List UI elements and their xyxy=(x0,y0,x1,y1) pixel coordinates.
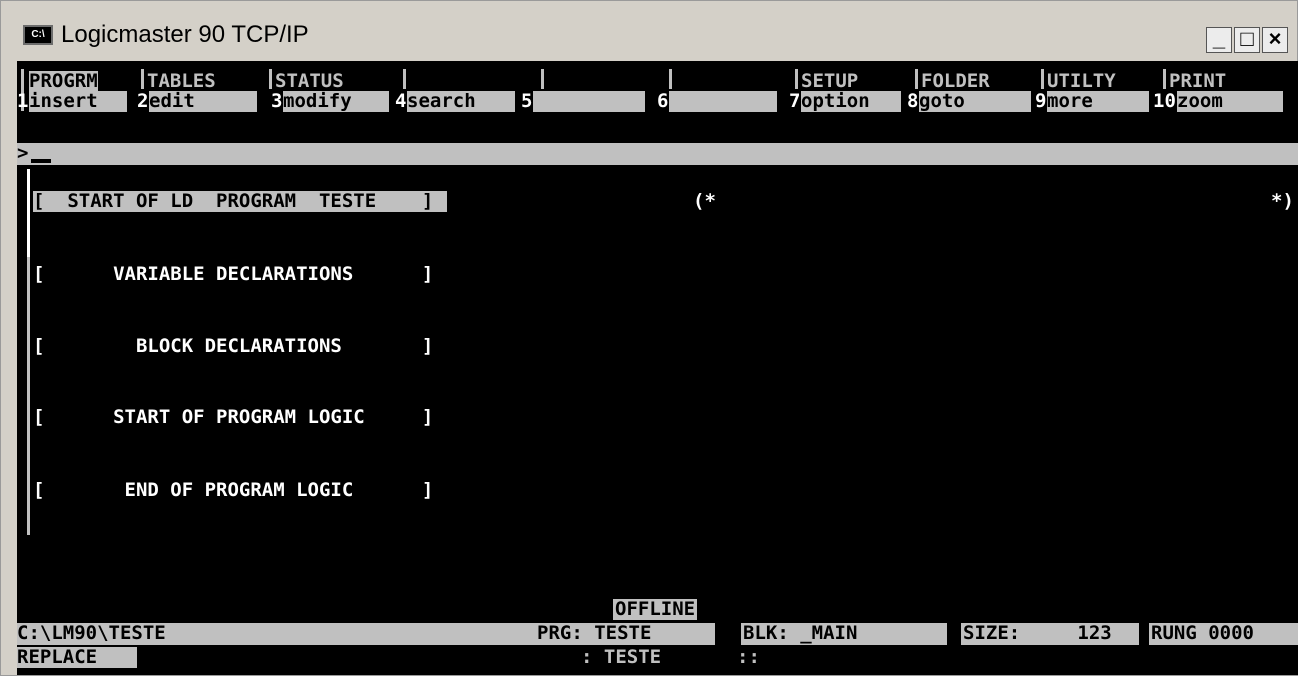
menu-divider xyxy=(795,69,798,89)
menu-divider xyxy=(669,69,672,89)
console-window: C:\ Logicmaster 90 TCP/IP _ □ × PROGRM T… xyxy=(0,0,1298,676)
menu-divider xyxy=(541,69,544,89)
fkey-6[interactable] xyxy=(669,91,777,112)
fkey-goto[interactable]: goto xyxy=(919,91,1031,112)
menu-group-setup[interactable]: SETUP xyxy=(801,71,858,92)
fkey-number: 6 xyxy=(657,90,669,112)
terminal-screen[interactable]: PROGRM TABLES STATUS SETUP FOLDER UTILTY… xyxy=(17,61,1298,675)
fkey-search[interactable]: search xyxy=(407,91,515,112)
comment-open: (* xyxy=(693,190,716,212)
text-cursor xyxy=(31,159,51,163)
fkey-number: 1 xyxy=(17,90,29,112)
fkey-number: 3 xyxy=(271,90,283,112)
section-start-program-logic[interactable]: [ START OF PROGRAM LOGIC ] xyxy=(33,407,433,428)
command-line[interactable] xyxy=(17,143,1298,165)
fkey-edit[interactable]: edit xyxy=(149,91,257,112)
menu-group-tables[interactable]: TABLES xyxy=(147,71,216,92)
status-rung: RUNG 0000 xyxy=(1151,622,1254,644)
menu-group-print[interactable]: PRINT xyxy=(1169,71,1226,92)
menu-divider xyxy=(269,69,272,89)
status-size: SIZE: 123 xyxy=(963,622,1112,644)
status-blk: BLK: _MAIN xyxy=(743,622,858,644)
section-variable-declarations[interactable]: [ VARIABLE DECLARATIONS ] xyxy=(33,264,433,285)
fkey-number: 8 xyxy=(907,90,919,112)
fkey-number: 4 xyxy=(395,90,407,112)
fkey-number: 10 xyxy=(1153,90,1176,112)
menu-divider xyxy=(915,69,918,89)
status-prg-secondary: : TESTE xyxy=(581,646,662,668)
rail-left xyxy=(27,169,30,257)
console-app-icon[interactable]: C:\ xyxy=(23,25,53,45)
fkey-zoom[interactable]: zoom xyxy=(1177,91,1283,112)
menu-divider xyxy=(141,69,144,89)
status-gap xyxy=(715,623,741,645)
status-extra: :: xyxy=(737,646,760,668)
window-title: Logicmaster 90 TCP/IP xyxy=(61,21,309,48)
menu-divider xyxy=(403,69,406,89)
fkey-number: 9 xyxy=(1035,90,1047,112)
status-gap xyxy=(947,623,961,645)
fkey-modify[interactable]: modify xyxy=(283,91,389,112)
fkey-insert[interactable]: insert xyxy=(29,91,127,112)
menu-divider xyxy=(1163,69,1166,89)
menu-group-utilty[interactable]: UTILTY xyxy=(1047,71,1116,92)
command-prompt: > xyxy=(17,142,29,164)
fkey-more[interactable]: more xyxy=(1047,91,1149,112)
fkey-number: 7 xyxy=(789,90,801,112)
fkey-number: 5 xyxy=(521,90,533,112)
menu-divider xyxy=(1041,69,1044,89)
fkey-number: 2 xyxy=(137,90,149,112)
status-prg: PRG: TESTE xyxy=(537,622,652,644)
fkey-5[interactable] xyxy=(533,91,645,112)
maximize-button[interactable]: □ xyxy=(1234,27,1260,53)
offline-indicator: OFFLINE xyxy=(613,598,698,620)
rail-left xyxy=(27,257,30,535)
fkey-option[interactable]: option xyxy=(801,91,901,112)
section-block-declarations[interactable]: [ BLOCK DECLARATIONS ] xyxy=(33,336,433,357)
close-button[interactable]: × xyxy=(1262,27,1288,53)
minimize-button[interactable]: _ xyxy=(1206,27,1232,53)
edit-mode: REPLACE xyxy=(17,646,98,668)
menu-group-progrm[interactable]: PROGRM xyxy=(29,71,98,92)
section-end-program-logic[interactable]: [ END OF PROGRAM LOGIC ] xyxy=(33,480,433,501)
menu-group-status[interactable]: STATUS xyxy=(275,71,344,92)
start-of-program-line[interactable]: [ START OF LD PROGRAM TESTE ] xyxy=(33,191,448,212)
menu-group-folder[interactable]: FOLDER xyxy=(921,71,990,92)
status-path: C:\LM90\TESTE xyxy=(17,622,166,644)
comment-close: *) xyxy=(1271,190,1294,212)
status-gap xyxy=(1139,623,1149,645)
